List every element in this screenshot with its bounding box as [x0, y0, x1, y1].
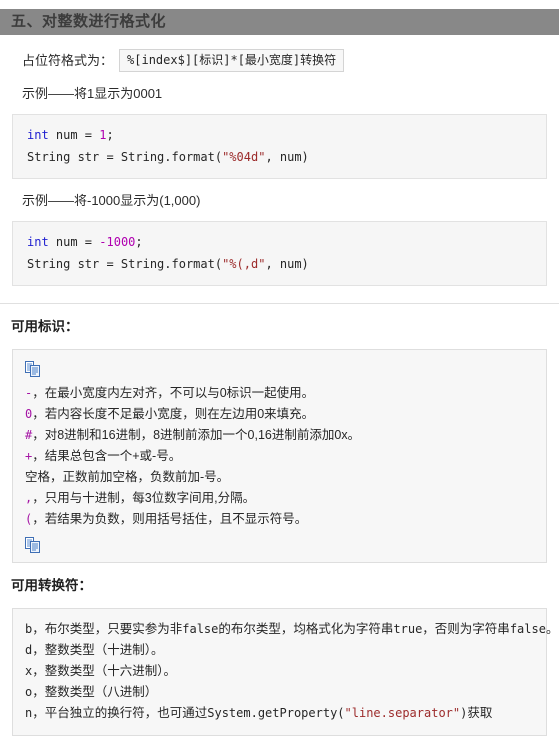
code-token: 1 [99, 128, 107, 142]
converter-description-part: 。 [545, 622, 559, 636]
converter-description-part: ，否则为字符串 [422, 622, 510, 636]
code-token: num = [48, 128, 100, 142]
code-line: String str = String.format("%(,d", num) [27, 253, 546, 275]
converter-description-part: ，平台独立的换行符，也可通过 [32, 706, 208, 720]
converter-item: n，平台独立的换行符，也可通过System.getProperty("line.… [25, 703, 546, 724]
section-divider-1 [0, 303, 559, 304]
converter-description-part: false [182, 622, 219, 636]
example-caption-1: 示例——将1显示为0001 [22, 86, 163, 101]
flag-description: ，结果总包含一个+或-号。 [32, 449, 182, 463]
flag-item: ,，只用与十进制，每3位数字间用,分隔。 [25, 488, 546, 509]
flag-description: ，在最小宽度内左对齐，不可以与0标识一起使用。 [32, 386, 315, 400]
converter-item: x，整数类型（十六进制）。 [25, 661, 546, 682]
code-token: ; [135, 235, 143, 249]
converter-item: b，布尔类型，只要实参为非false的布尔类型，均格式化为字符串true，否则为… [25, 619, 558, 640]
flags-heading: 可用标识： [11, 319, 79, 334]
converters-heading: 可用转换符： [11, 578, 92, 593]
converter-description-part: System.getProperty( [207, 706, 345, 720]
code-token: int [27, 128, 49, 142]
flag-item: #，对8进制和16进制，8进制前添加一个0,16进制前添加0x。 [25, 425, 546, 446]
code-token: , num) [265, 257, 309, 271]
flag-item: +，结果总包含一个+或-号。 [25, 446, 546, 467]
code-block-2: int num = -1000; String str = String.form… [12, 221, 547, 286]
flag-description: ，若内容长度不足最小宽度，则在左边用0来填充。 [32, 407, 315, 421]
flag-key: 空格 [25, 470, 51, 484]
converters-list: b，布尔类型，只要实参为非false的布尔类型，均格式化为字符串true，否则为… [25, 619, 558, 724]
placeholder-format-value: %[index$][标识]*[最小宽度]转换符 [119, 49, 345, 72]
code-token: int [27, 235, 49, 249]
placeholder-format-row: 占位符格式为： %[index$][标识]*[最小宽度]转换符 [22, 49, 559, 72]
converter-description-part: ，布尔类型，只要实参为非 [32, 622, 183, 636]
flag-item: -，在最小宽度内左对齐，不可以与0标识一起使用。 [25, 383, 546, 404]
converter-description-part: 获取 [467, 706, 493, 720]
converter-description-part: 的布尔类型，均格式化为字符串 [218, 622, 394, 636]
flags-panel: -，在最小宽度内左对齐，不可以与0标识一起使用。 0，若内容长度不足最小宽度，则在… [12, 349, 547, 563]
flag-description: ，若结果为负数，则用括号括住，且不显示符号。 [32, 512, 308, 526]
code-token: String str = String.format( [27, 257, 223, 271]
code-token: ; [106, 128, 114, 142]
converter-description-part: false [509, 622, 546, 636]
flag-description: ，只用与十进制，每3位数字间用,分隔。 [32, 491, 256, 505]
code-line: int num = -1000; [27, 231, 546, 253]
code-line: int num = 1; [27, 124, 546, 146]
flags-list: -，在最小宽度内左对齐，不可以与0标识一起使用。 0，若内容长度不足最小宽度，则在… [25, 383, 546, 530]
converter-item: o，整数类型（八进制） [25, 682, 546, 703]
code-token: "%04d" [222, 150, 266, 164]
code-token: String str = String.format( [27, 150, 223, 164]
converter-item: d，整数类型（十进制）。 [25, 640, 546, 661]
flag-item: 空格，正数前加空格，负数前加-号。 [25, 467, 546, 488]
converter-description-part: ，整数类型（十进制）。 [32, 643, 164, 657]
code-line: String str = String.format("%04d", num) [27, 146, 546, 168]
converter-description-part: ，整数类型（十六进制）。 [32, 664, 176, 678]
placeholder-format-label: 占位符格式为： [22, 52, 114, 68]
code-block-1: int num = 1; String str = String.format("… [12, 114, 547, 179]
converter-description-part: "line.separator" [344, 706, 461, 720]
copy-icon[interactable] [25, 361, 41, 377]
code-token: , num) [265, 150, 309, 164]
section-heading-title: 五、对整数进行格式化 [11, 13, 167, 30]
converters-panel: b，布尔类型，只要实参为非false的布尔类型，均格式化为字符串true，否则为… [12, 608, 558, 736]
document-page: 五、对整数进行格式化 占位符格式为： %[index$][标识]*[最小宽度]转… [0, 9, 559, 736]
flag-description: ，正数前加空格，负数前加-号。 [50, 470, 230, 484]
flag-description: ，对8进制和16进制，8进制前添加一个0,16进制前添加0x。 [32, 428, 361, 442]
code-token: -1000 [99, 235, 136, 249]
code-token: "%(,d" [222, 257, 266, 271]
code-token: num = [48, 235, 100, 249]
copy-icon[interactable] [25, 537, 41, 553]
converter-description-part: ，整数类型（八进制） [32, 685, 158, 699]
converter-description-part: true [393, 622, 423, 636]
flag-item: 0，若内容长度不足最小宽度，则在左边用0来填充。 [25, 404, 546, 425]
section-heading-bar: 五、对整数进行格式化 [0, 9, 559, 35]
flag-item: (，若结果为负数，则用括号括住，且不显示符号。 [25, 509, 546, 530]
example-caption-2: 示例——将-1000显示为(1,000) [22, 193, 201, 208]
